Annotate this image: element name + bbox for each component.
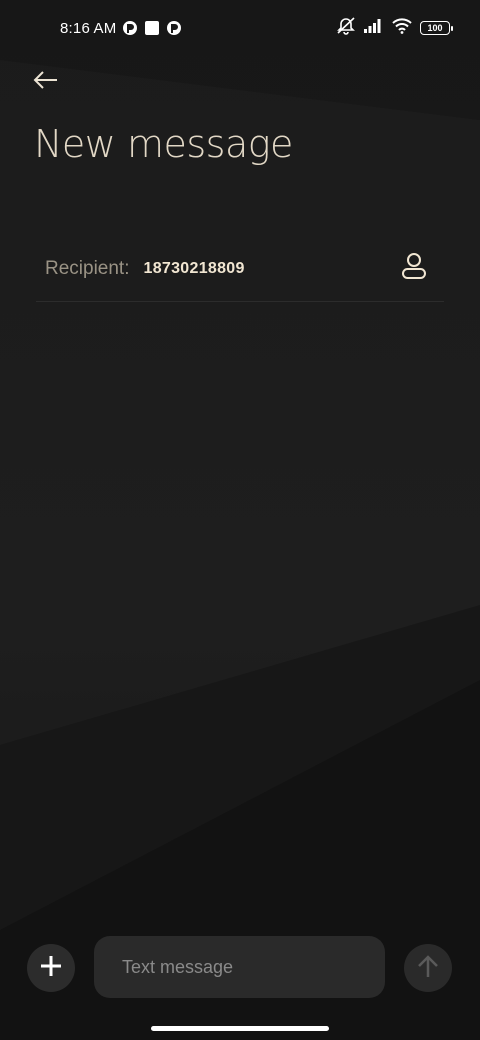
- status-time: 8:16 AM: [60, 19, 117, 37]
- recipient-value[interactable]: 18730218809: [144, 260, 245, 278]
- message-input[interactable]: [94, 936, 385, 998]
- send-arrow-up-icon: [417, 954, 439, 983]
- recipient-label: Recipient:: [45, 257, 130, 279]
- recipient-row[interactable]: Recipient: 18730218809: [36, 236, 444, 302]
- contact-picker-button[interactable]: [394, 249, 434, 289]
- page-title: New message: [34, 122, 293, 166]
- wifi-icon: [392, 18, 412, 38]
- silent-icon: [336, 17, 356, 39]
- status-bar: 8:16 AM 100: [0, 0, 480, 56]
- compose-bar: [0, 936, 480, 1000]
- notification-square-icon: [144, 20, 160, 36]
- battery-icon: 100: [420, 21, 453, 35]
- person-icon: [401, 252, 427, 285]
- back-button[interactable]: [26, 62, 66, 102]
- status-right: 100: [336, 17, 453, 39]
- send-button[interactable]: [404, 944, 452, 992]
- home-indicator[interactable]: [151, 1026, 329, 1031]
- status-left: 8:16 AM: [60, 20, 182, 37]
- notification-app-icon: [122, 20, 138, 36]
- back-arrow-icon: [33, 70, 59, 95]
- attach-button[interactable]: [27, 944, 75, 992]
- plus-icon: [40, 955, 62, 982]
- signal-icon: [364, 19, 384, 37]
- notification-app-icon: [166, 20, 182, 36]
